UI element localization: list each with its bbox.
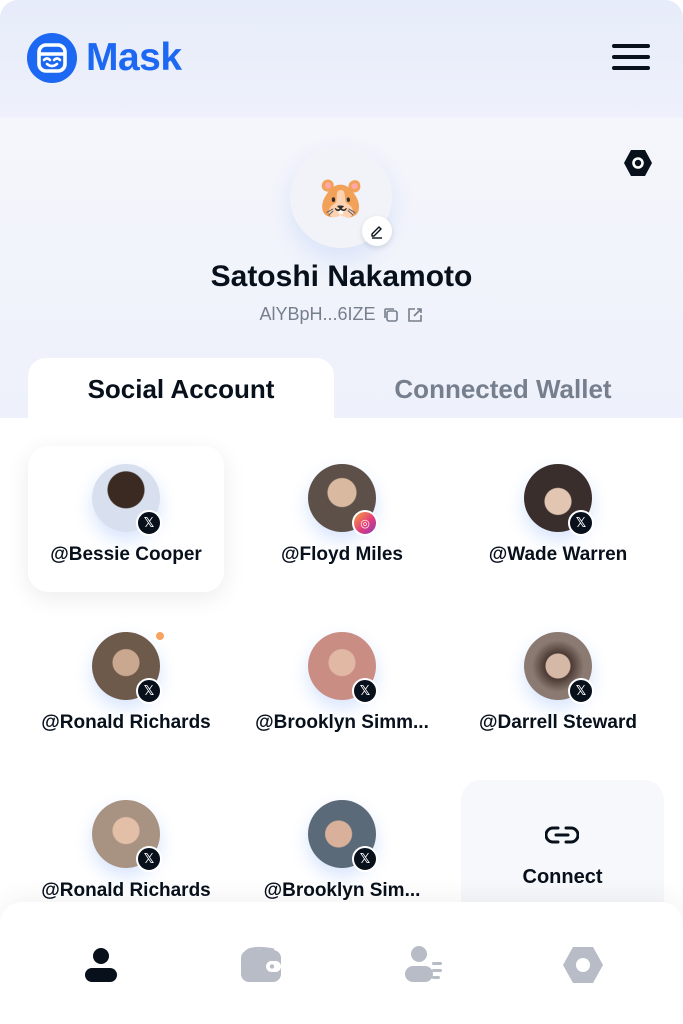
logo: Mask — [27, 33, 182, 83]
x-icon: 𝕏 — [136, 510, 162, 536]
account-handle: @Darrell Steward — [479, 712, 637, 733]
link-icon — [545, 826, 579, 844]
x-icon: 𝕏 — [352, 678, 378, 704]
instagram-icon: ◎ — [352, 510, 378, 536]
nav-profile[interactable] — [76, 940, 126, 990]
account-handle: @Wade Warren — [488, 544, 628, 565]
mask-logo-icon — [27, 33, 77, 83]
pencil-icon — [371, 226, 382, 239]
account-handle: @Bessie Cooper — [50, 544, 202, 565]
account-card[interactable]: 𝕏 @Darrell Steward — [460, 614, 656, 760]
hamburger-menu-icon[interactable] — [612, 44, 650, 72]
edit-avatar-button[interactable] — [362, 216, 392, 246]
tab-connected-wallet[interactable]: Connected Wallet — [350, 358, 656, 420]
profile-name: Satoshi Nakamoto — [210, 260, 473, 293]
app-name: Mask — [86, 36, 182, 79]
account-card[interactable]: ◎ @Floyd Miles — [244, 446, 440, 592]
account-handle: @Brooklyn Simm... — [255, 712, 429, 733]
account-handle: @Ronald Richards — [41, 712, 211, 733]
account-handle: @Brooklyn Sim... — [263, 880, 421, 901]
external-link-icon[interactable] — [406, 306, 424, 324]
profile-section: 🐹 Satoshi Nakamoto AlYBpH...6IZE Social … — [0, 118, 683, 420]
notification-dot — [154, 630, 166, 642]
person-icon — [85, 948, 117, 982]
account-card[interactable]: 𝕏 @Brooklyn Simm... — [244, 614, 440, 760]
x-icon: 𝕏 — [568, 678, 594, 704]
account-handle: @Ronald Richards — [41, 880, 211, 901]
account-card[interactable]: 𝕏 @Bessie Cooper — [28, 446, 224, 592]
address-row: AlYBpH...6IZE — [0, 304, 683, 325]
social-accounts-grid: 𝕏 @Bessie Cooper ◎ @Floyd Miles 𝕏 @Wade … — [0, 418, 683, 920]
nav-wallet[interactable] — [236, 940, 286, 990]
app-root: Mask 🐹 Satoshi Nakamoto AlYBpH...6IZE So… — [0, 0, 683, 1024]
settings-hex-icon[interactable] — [623, 148, 653, 178]
tab-social-account[interactable]: Social Account — [28, 358, 334, 420]
bottom-nav — [0, 902, 683, 1024]
account-handle: @Floyd Miles — [281, 544, 403, 565]
wallet-address: AlYBpH...6IZE — [259, 304, 376, 324]
wallet-icon — [241, 946, 281, 982]
settings-icon — [563, 947, 603, 983]
contacts-icon — [405, 946, 442, 982]
account-card[interactable]: 𝕏 @Ronald Richards — [28, 614, 224, 760]
account-card[interactable]: 𝕏 @Wade Warren — [460, 446, 656, 592]
x-icon: 𝕏 — [568, 510, 594, 536]
connect-button[interactable]: Connect — [461, 780, 664, 920]
nav-settings[interactable] — [558, 940, 608, 990]
copy-icon[interactable] — [382, 306, 400, 324]
profile-avatar[interactable]: 🐹 — [290, 146, 392, 248]
x-icon: 𝕏 — [352, 846, 378, 872]
hamster-avatar-icon: 🐹 — [316, 174, 366, 221]
header: Mask — [0, 0, 683, 118]
nav-contacts[interactable] — [398, 940, 448, 990]
connect-label: Connect — [522, 866, 603, 888]
x-icon: 𝕏 — [136, 846, 162, 872]
x-icon: 𝕏 — [136, 678, 162, 704]
